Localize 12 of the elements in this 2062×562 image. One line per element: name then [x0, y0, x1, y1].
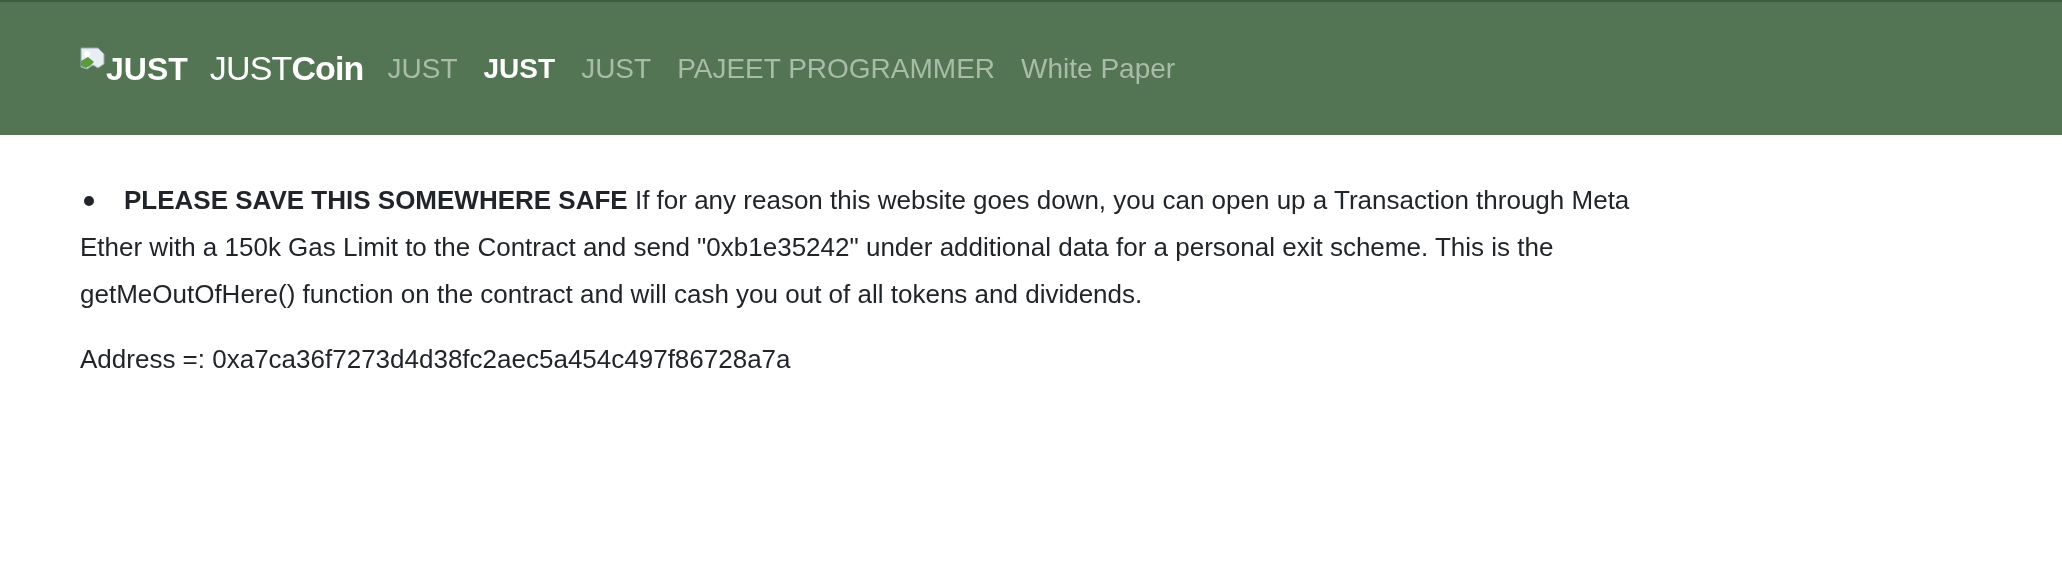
nav-link[interactable]: JUST	[481, 47, 558, 90]
broken-image-logo[interactable]: JUST	[80, 44, 188, 93]
brand-link[interactable]: JUSTCoin	[209, 43, 364, 94]
nav-link[interactable]: White Paper	[1019, 47, 1178, 90]
nav-link[interactable]: JUST	[579, 47, 654, 90]
contract-address: Address =: 0xa7ca36f7273d4d38fc2aec5a454c497f86728a7a	[80, 343, 792, 376]
notice-text: PLEASE SAVE THIS SOMEWHERE SAFE If for any reason this website goes down, you can open up a Transaction through Meta	[124, 184, 1630, 217]
nav-link[interactable]: PAJEET PROGRAMMER	[675, 47, 998, 90]
notice-text: Ether with a 150k Gas Limit to the Contract and send "0xb1e35242" under additional data for a personal exit scheme. This is the	[80, 231, 1554, 264]
notice-text: getMeOutOfHere() function on the contract and will cash you out of all tokens and dividends.	[80, 278, 1143, 311]
bullet-icon	[84, 195, 94, 206]
nav-link[interactable]: JUST	[385, 47, 460, 90]
